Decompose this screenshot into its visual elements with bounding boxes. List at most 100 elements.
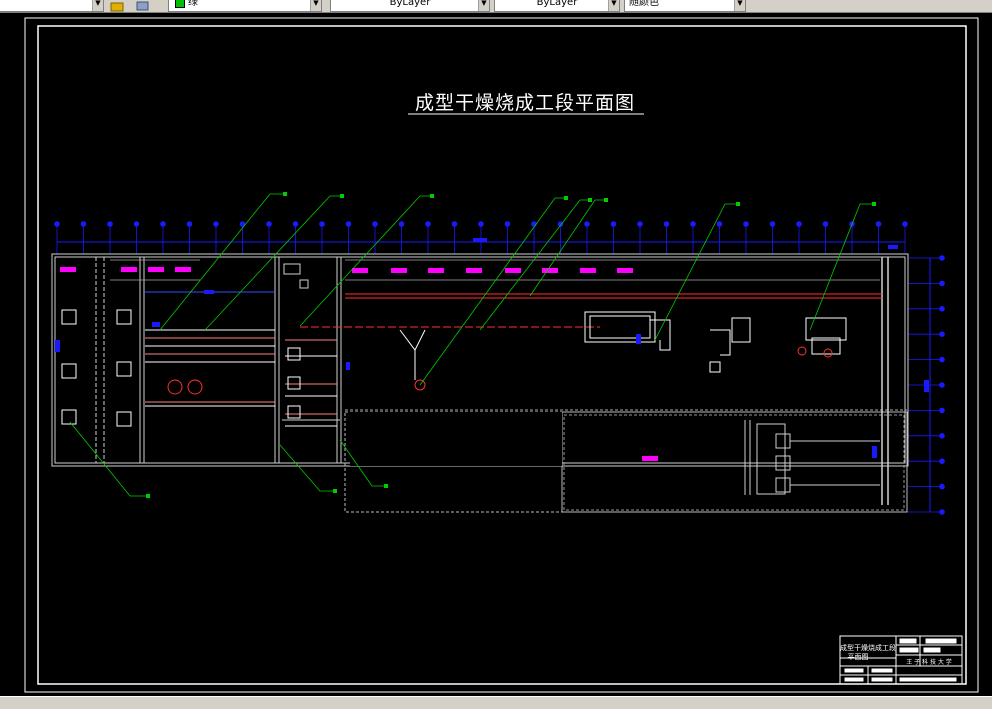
grid-bubble xyxy=(939,306,945,312)
grid-bubble xyxy=(939,331,945,338)
room-label-block xyxy=(428,268,444,273)
leader-marker xyxy=(146,494,150,498)
leader-marker xyxy=(384,484,388,488)
room-label-block xyxy=(175,267,191,272)
color-dropdown[interactable]: ByLayer ▼ xyxy=(330,0,490,12)
chevron-down-icon[interactable]: ▼ xyxy=(92,0,103,11)
grid-bubble xyxy=(160,221,166,227)
leader-line xyxy=(809,203,874,331)
grid-bubble xyxy=(939,382,945,388)
layer-dropdown[interactable]: 绿 ▼ xyxy=(168,0,322,12)
grid-bubble xyxy=(939,433,945,439)
status-bar xyxy=(0,696,992,709)
room-label-block xyxy=(391,268,407,273)
grid-bubble xyxy=(425,221,431,227)
grid-bubble xyxy=(478,221,484,227)
grid-bubble xyxy=(80,221,87,227)
grid-bubble xyxy=(939,483,945,490)
grid-bubble xyxy=(769,221,776,227)
color-value: ByLayer xyxy=(389,0,431,8)
chevron-down-icon[interactable]: ▼ xyxy=(478,0,489,11)
room-label-block xyxy=(352,268,368,273)
grid-bubble xyxy=(875,221,882,227)
room-label-block xyxy=(505,268,521,273)
grid-bubble xyxy=(345,221,352,227)
leader-marker xyxy=(430,194,434,198)
linetype-dropdown[interactable]: ByLayer ▼ xyxy=(494,0,620,12)
room-label-block xyxy=(466,268,482,273)
grid-bubble xyxy=(716,221,723,227)
lineweight-value: 随颜色 xyxy=(629,0,659,8)
grid-bubble xyxy=(451,221,458,227)
title-block-drawing-name-line2: 平面图 xyxy=(848,653,869,661)
leader-marker xyxy=(736,202,740,206)
title-block: 成型干燥烧成工段 平面图 王 子 科 技 大 学 xyxy=(839,635,963,685)
room-label-block xyxy=(580,268,596,273)
grid-bubble xyxy=(663,221,670,227)
layer-name: 绿 xyxy=(188,0,198,8)
grid-bubble xyxy=(939,356,945,363)
grid-bubble xyxy=(690,221,696,227)
chevron-down-icon[interactable]: ▼ xyxy=(734,0,745,11)
grid-bubble xyxy=(743,221,749,227)
room-label-block xyxy=(617,268,633,273)
layer-state-icon[interactable] xyxy=(110,0,124,12)
grid-bubble xyxy=(637,221,643,227)
linetype-value: ByLayer xyxy=(536,0,578,8)
room-label-block xyxy=(60,267,76,272)
grid-bubble xyxy=(584,221,590,227)
room-label-block xyxy=(542,268,558,273)
leader-line xyxy=(419,197,566,386)
title-block-drawing-name: 成型干燥烧成工段 xyxy=(840,643,896,652)
grid-bubble xyxy=(796,221,802,227)
lineweight-dropdown[interactable]: 随颜色 ▼ xyxy=(624,0,746,12)
leader-marker xyxy=(340,194,344,198)
grid-bubble xyxy=(107,221,113,227)
grid-bubble xyxy=(186,221,193,227)
leader-marker xyxy=(604,198,608,202)
leader-line xyxy=(279,444,335,492)
drawing-canvas[interactable]: 成型干燥烧成工段平面图 成型干燥烧成工段 平面图 王 子 科 技 大 学 xyxy=(0,13,992,696)
grid-bubble xyxy=(610,221,617,227)
room-label-block xyxy=(642,456,658,461)
grid-bubble xyxy=(902,221,908,227)
leader-line xyxy=(299,195,432,327)
chevron-down-icon[interactable]: ▼ xyxy=(608,0,619,11)
grid-bubble xyxy=(133,221,140,227)
leader-marker xyxy=(588,198,592,202)
room-label-block xyxy=(148,267,164,272)
leader-line xyxy=(159,193,285,331)
layer-previous-icon[interactable] xyxy=(136,0,150,11)
leader-marker xyxy=(283,192,287,196)
grid-bubble xyxy=(292,221,299,227)
grid-bubble xyxy=(504,221,511,227)
leader-line xyxy=(204,195,342,331)
process-pipes xyxy=(145,291,882,427)
leader-marker xyxy=(564,196,568,200)
grid-bubble xyxy=(939,407,945,414)
grid-bubble xyxy=(372,221,378,227)
leader-marker xyxy=(872,202,876,206)
top-room-row xyxy=(110,259,880,281)
properties-toolbar: ▼ 绿 ▼ ByLayer ▼ ByLayer ▼ 随颜色 ▼ xyxy=(0,0,992,13)
axis-grid-top xyxy=(54,221,908,254)
title-block-school: 王 子 科 技 大 学 xyxy=(906,658,952,666)
grid-bubble xyxy=(939,255,945,261)
layer-dropdown-tail[interactable]: ▼ xyxy=(0,0,104,12)
leader-line xyxy=(479,199,590,331)
drawing-title-text: 成型干燥烧成工段平面图 xyxy=(415,92,635,114)
grid-bubble xyxy=(939,509,945,515)
grid-bubble xyxy=(939,458,945,465)
grid-bubble xyxy=(54,221,60,227)
leader-marker xyxy=(333,489,337,493)
drawing-title: 成型干燥烧成工段平面图 xyxy=(408,92,644,115)
grid-bubble xyxy=(939,280,945,287)
grid-bubble xyxy=(822,221,829,227)
leader-line xyxy=(529,199,606,297)
grid-bubble xyxy=(319,221,325,227)
room-label-block xyxy=(121,267,137,272)
drawing-frame xyxy=(24,17,979,693)
grid-bubble xyxy=(213,221,219,227)
chevron-down-icon[interactable]: ▼ xyxy=(310,0,321,11)
layer-color-swatch-icon xyxy=(175,0,185,8)
